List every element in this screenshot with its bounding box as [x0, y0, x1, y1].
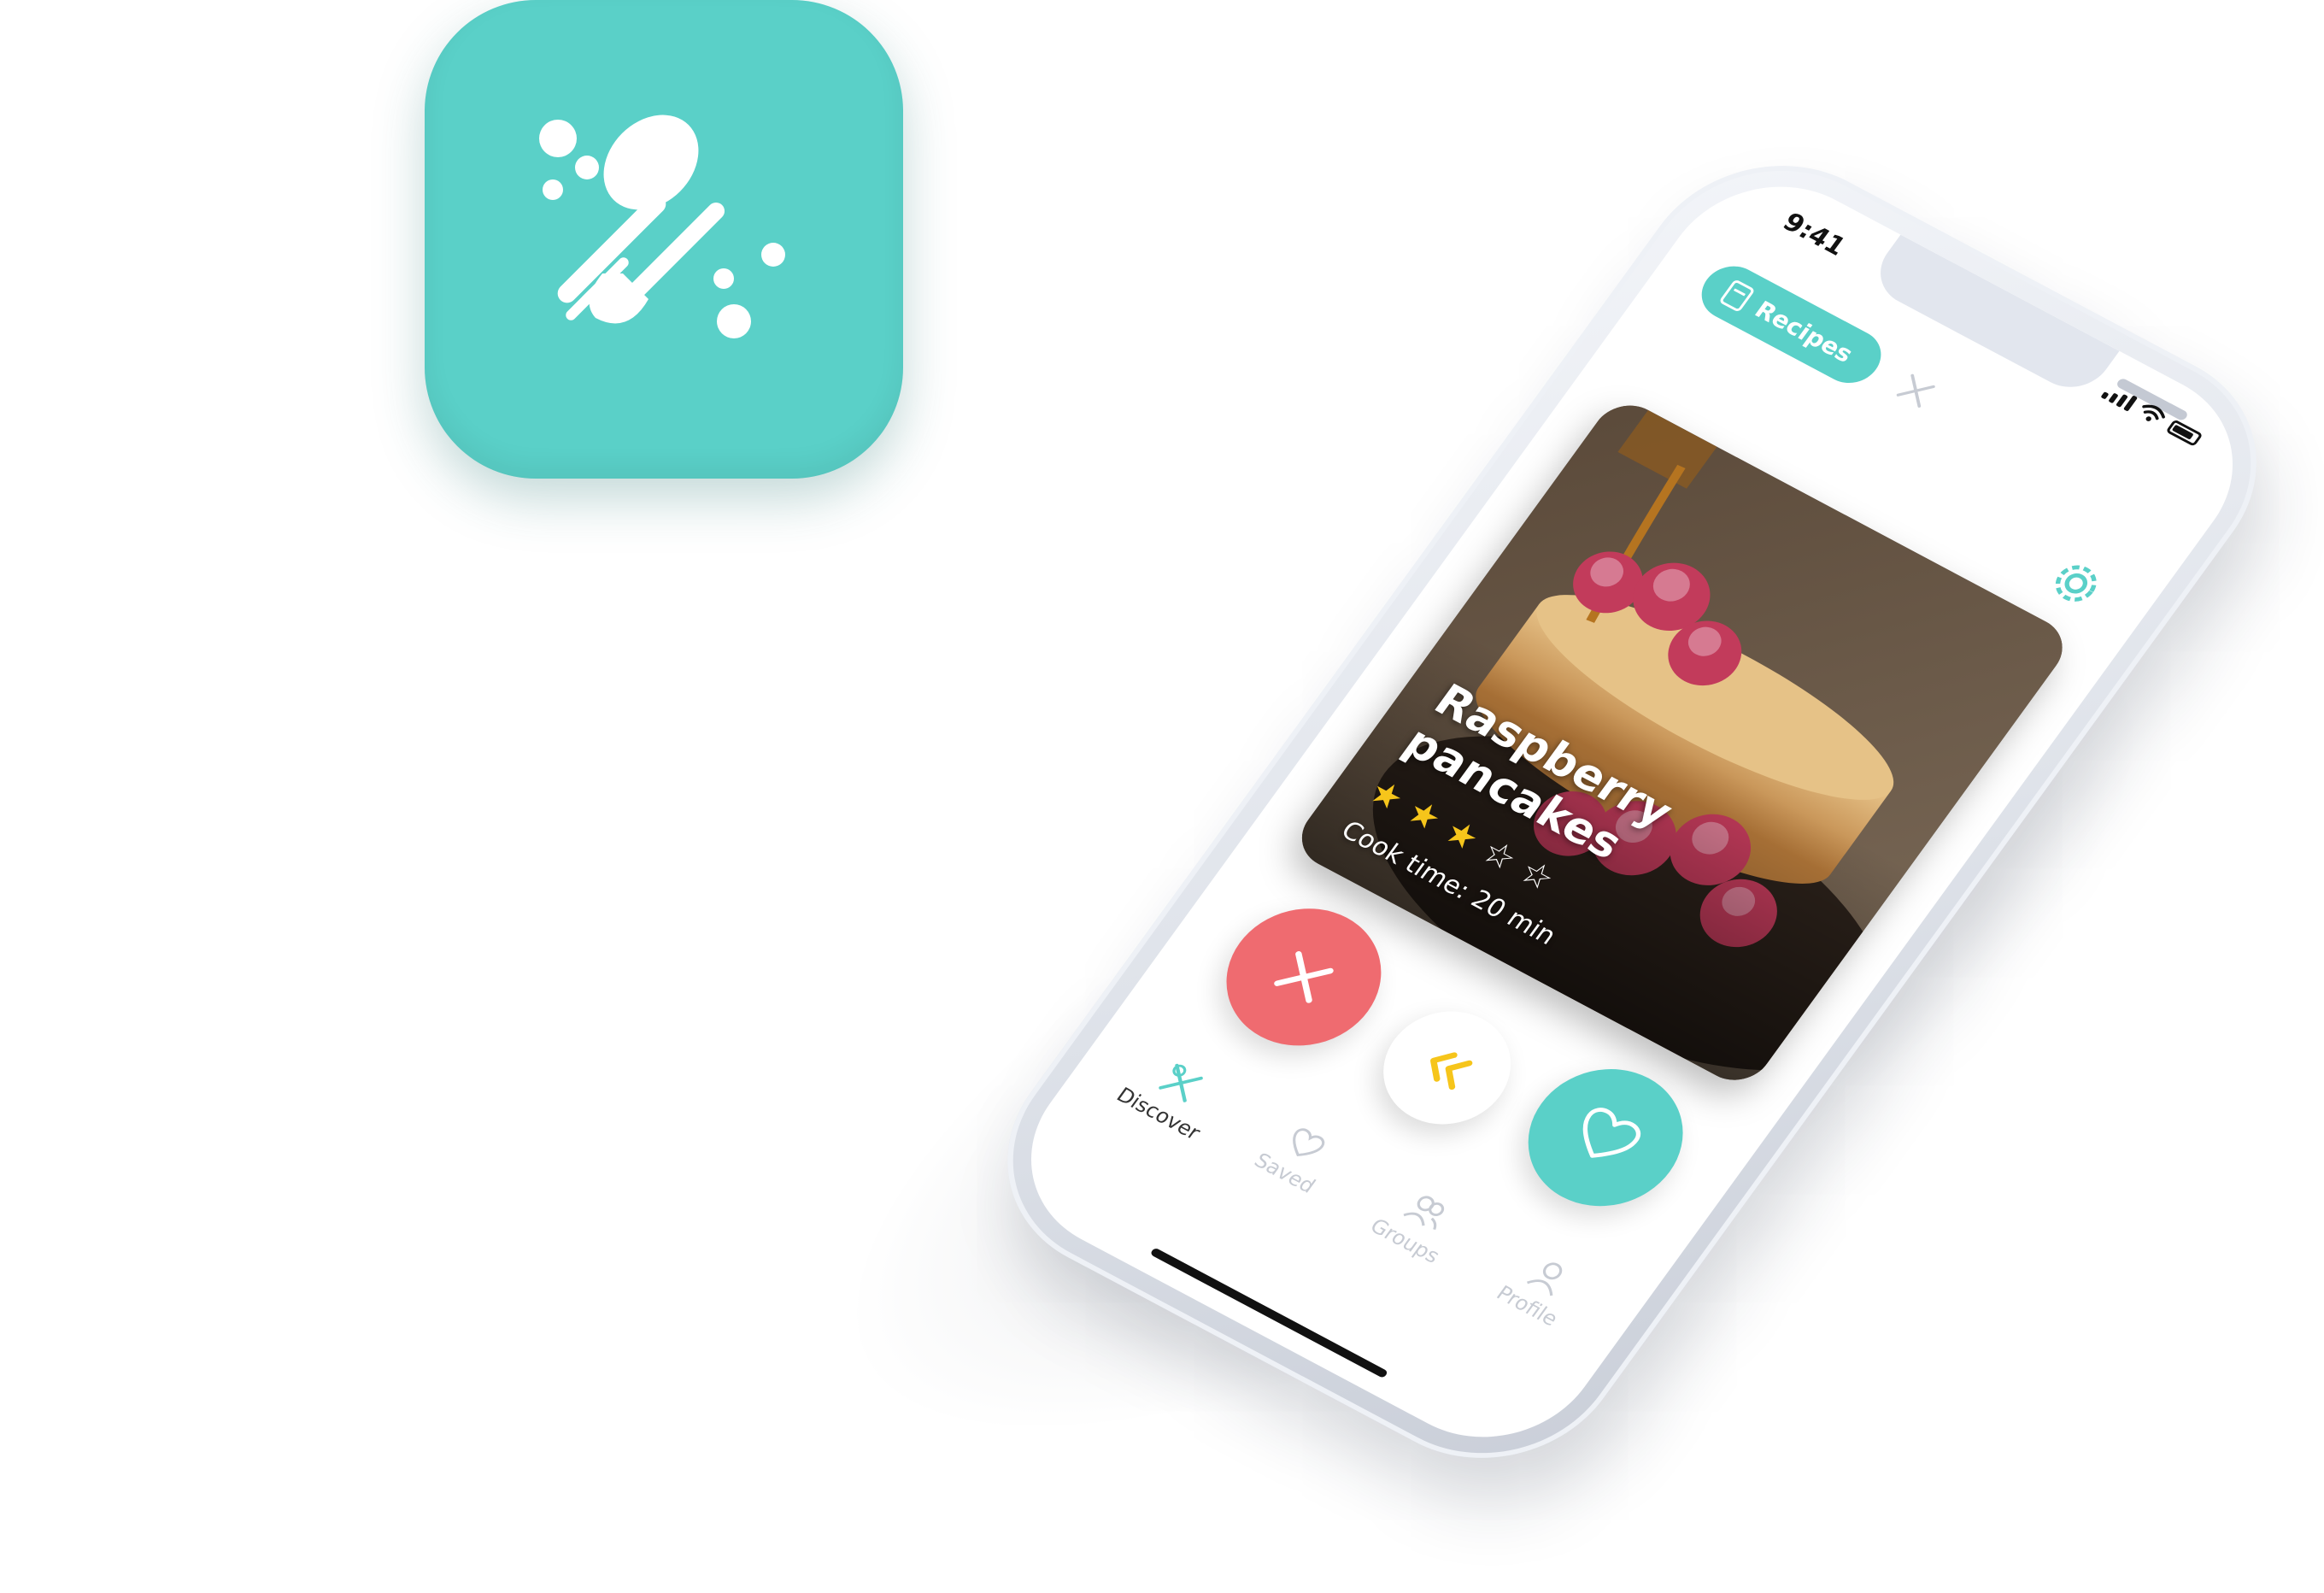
app-icon: [425, 0, 903, 479]
status-time: 9:41: [1776, 207, 1852, 262]
users-icon: [1403, 1196, 1445, 1230]
nav-item-profile[interactable]: Profile: [1464, 1232, 1616, 1346]
nav-item-discover[interactable]: Discover: [1095, 1038, 1248, 1154]
book-icon: [1720, 280, 1754, 311]
heart-icon: [1293, 1128, 1325, 1157]
spoon-fork-logo-icon: [539, 115, 785, 338]
utensils-icon: [1159, 1063, 1203, 1102]
tab-recipes[interactable]: Recipes: [1690, 256, 1893, 393]
tab-discover[interactable]: [1885, 363, 1948, 418]
nav-item-saved[interactable]: Saved: [1221, 1102, 1370, 1213]
rewind-icon: [1430, 1052, 1473, 1090]
battery-icon: [2165, 419, 2204, 447]
close-icon: [1274, 951, 1334, 1003]
status-icons: [2100, 382, 2205, 447]
user-icon: [1527, 1262, 1563, 1296]
dismiss-button[interactable]: [1196, 883, 1411, 1071]
gear-icon[interactable]: [2036, 549, 2116, 619]
utensils-icon: [1897, 373, 1936, 409]
heart-icon: [1582, 1108, 1641, 1158]
nav-item-groups[interactable]: Groups: [1341, 1167, 1494, 1281]
tab-recipes-label: Recipes: [1749, 295, 1859, 368]
like-button[interactable]: [1498, 1043, 1713, 1231]
undo-button[interactable]: [1359, 990, 1535, 1145]
